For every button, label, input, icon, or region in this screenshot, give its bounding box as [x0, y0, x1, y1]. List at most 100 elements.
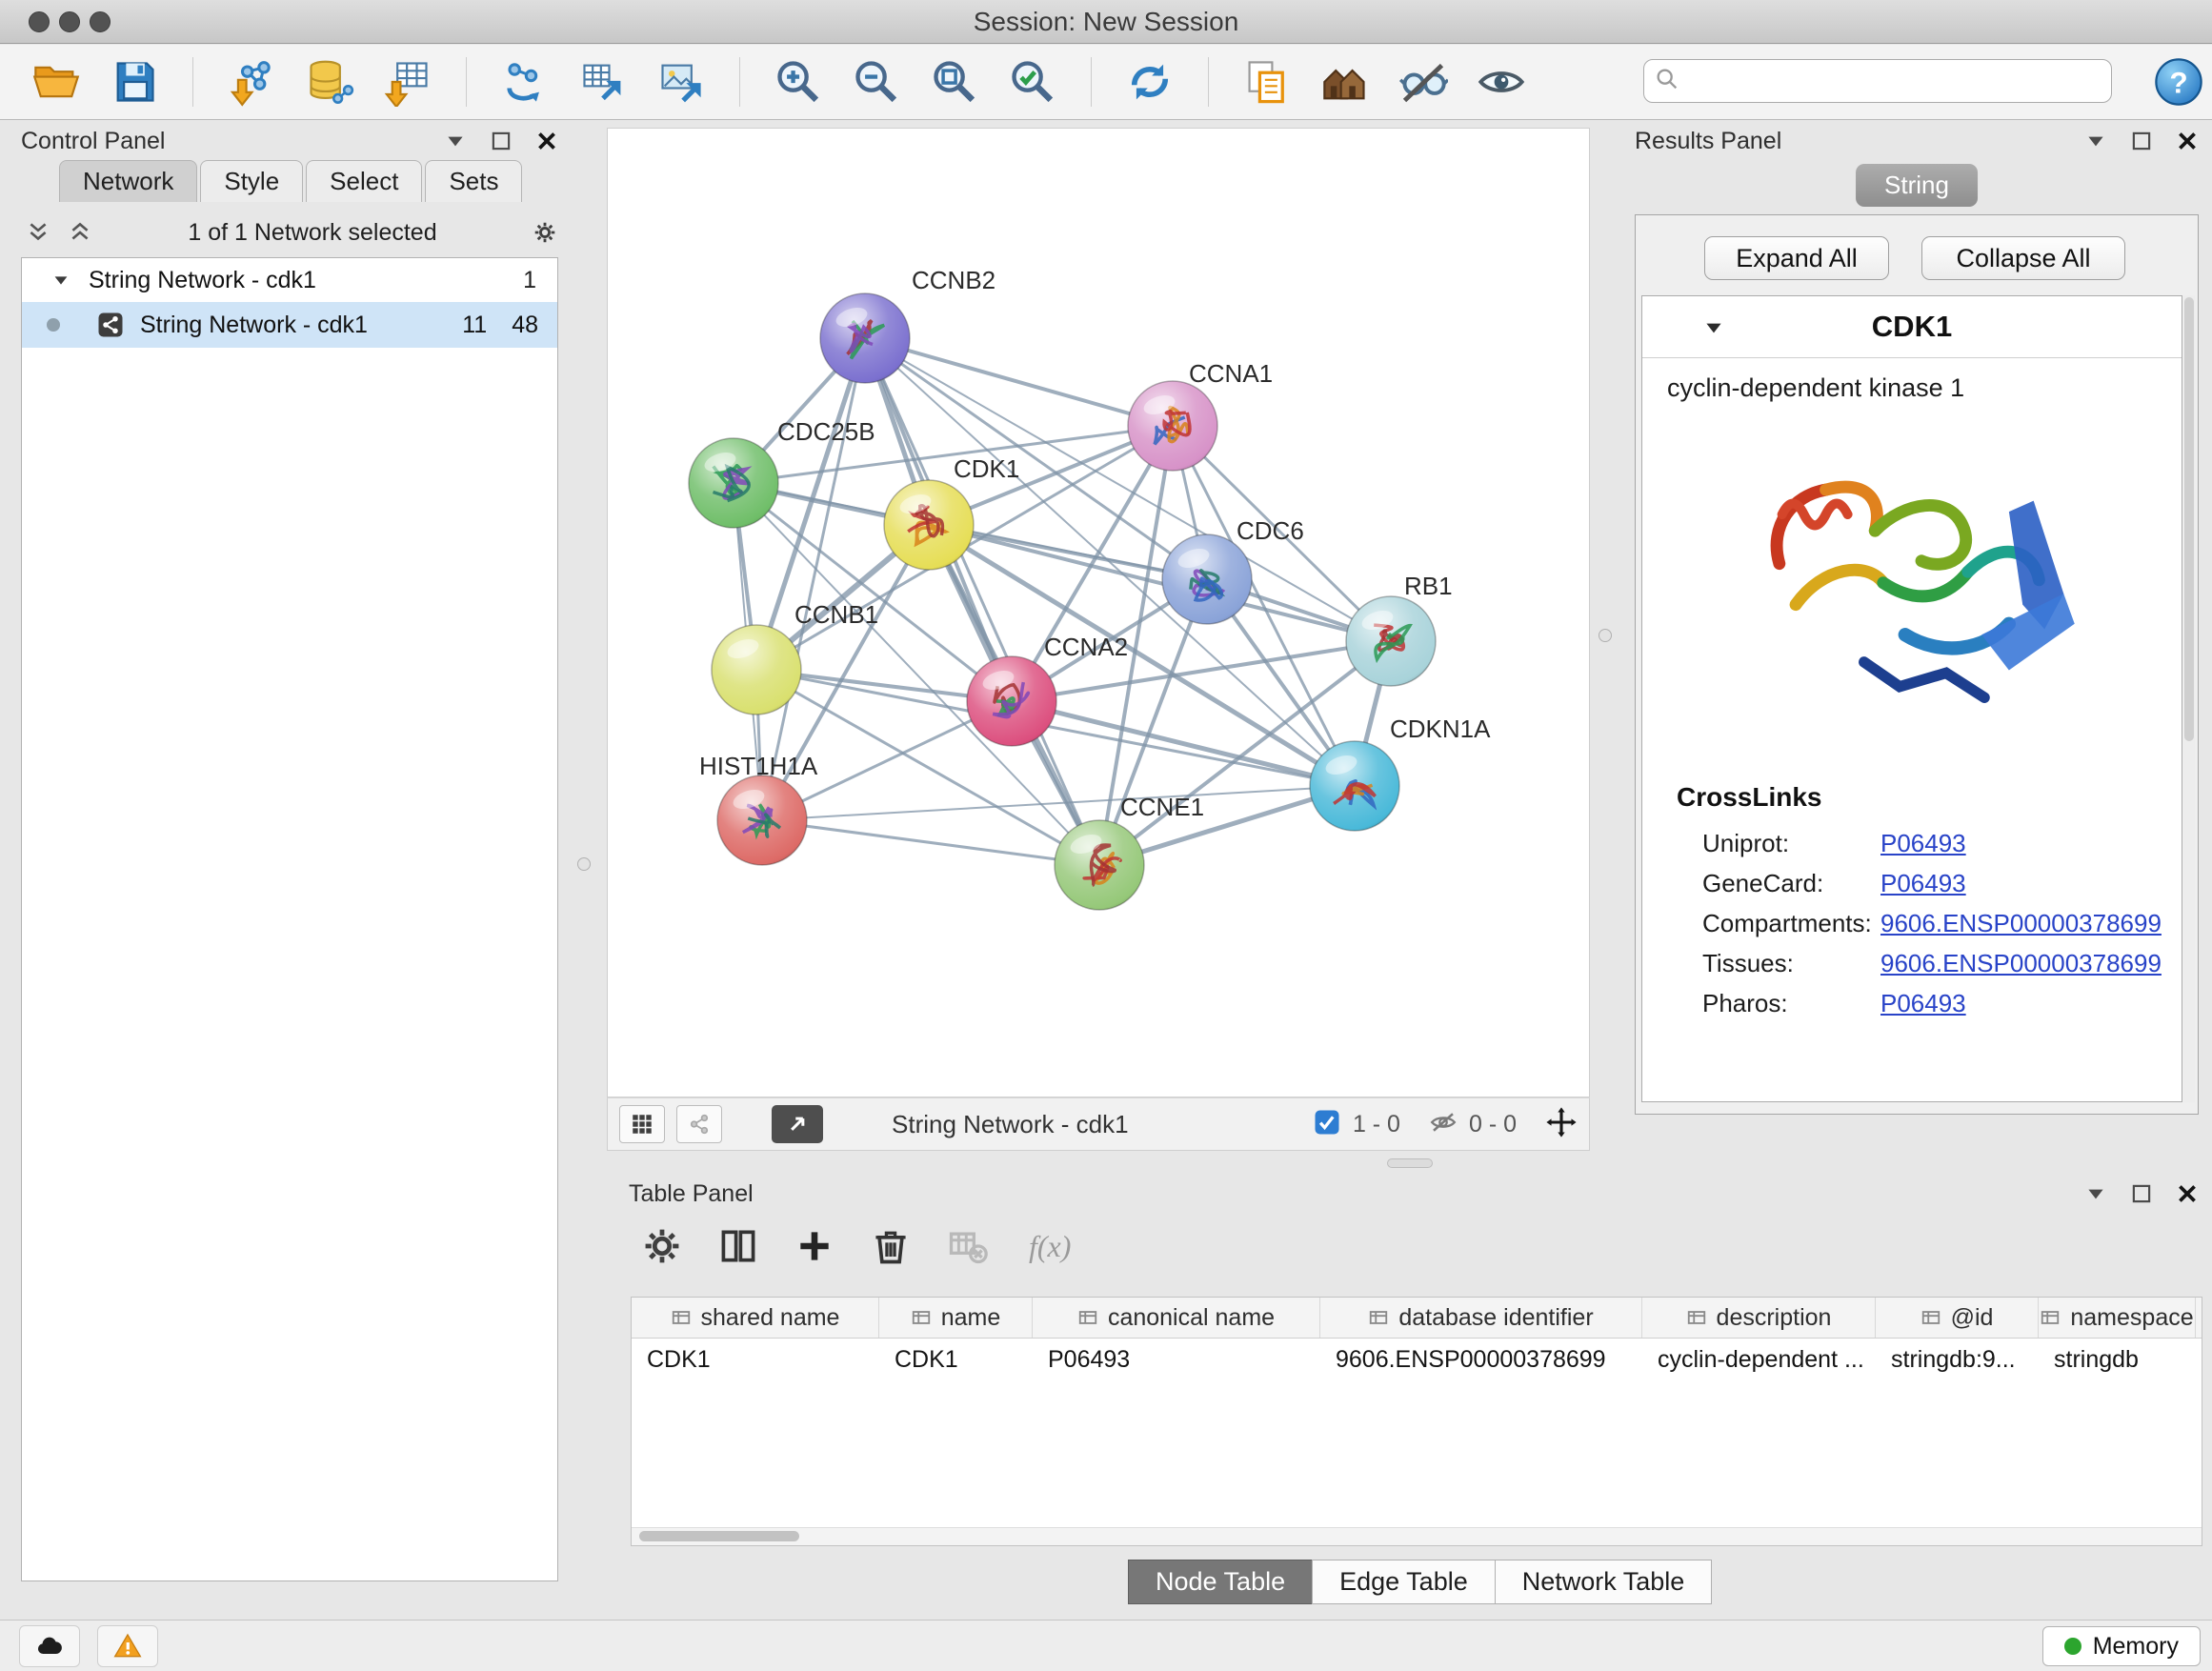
network-share-view-icon[interactable] — [676, 1105, 722, 1143]
node-CDC6[interactable]: CDC6 — [1162, 516, 1304, 624]
panel-close-icon[interactable] — [533, 128, 560, 154]
crosslink-link[interactable]: 9606.ENSP00000378699 — [1880, 949, 2162, 978]
glassball-toggle-icon[interactable] — [1396, 54, 1451, 110]
panel-close-icon[interactable] — [2174, 128, 2201, 154]
window-maximize-button[interactable] — [90, 11, 111, 32]
hidden-eye-slash-icon[interactable] — [1429, 1108, 1458, 1141]
tab-network-table[interactable]: Network Table — [1495, 1560, 1713, 1604]
tab-edge-table[interactable]: Edge Table — [1312, 1560, 1496, 1604]
section-collapse-icon[interactable] — [1701, 315, 1726, 340]
table-row[interactable]: CDK1CDK1P064939606.ENSP00000378699cyclin… — [632, 1339, 2202, 1380]
birds-eye-toggle-icon[interactable] — [772, 1105, 823, 1143]
delete-column-icon[interactable] — [863, 1218, 918, 1274]
add-column-icon[interactable] — [787, 1218, 842, 1274]
panel-collapse-icon[interactable] — [2082, 128, 2109, 154]
edge-CCNB2-HIST1H1A[interactable] — [762, 338, 865, 820]
panel-float-icon[interactable] — [2128, 1180, 2155, 1207]
expand-all-button[interactable]: Expand All — [1704, 236, 1889, 280]
window-close-button[interactable] — [29, 11, 50, 32]
network-row-selected[interactable]: String Network - cdk1 11 48 — [22, 302, 557, 348]
splitter-handle-right[interactable] — [1599, 629, 1612, 642]
tab-sets[interactable]: Sets — [425, 160, 522, 202]
results-scrollbar-thumb[interactable] — [2184, 297, 2194, 741]
selected-checkbox-icon[interactable] — [1313, 1108, 1341, 1141]
node-CCNE1[interactable]: CCNE1 — [1055, 793, 1204, 910]
tree-expand-icon[interactable] — [50, 270, 71, 291]
tab-select[interactable]: Select — [306, 160, 422, 202]
column-header-namespace[interactable]: namespace — [2039, 1298, 2196, 1338]
results-scrollbar[interactable] — [2183, 295, 2195, 1102]
select-columns-icon[interactable] — [711, 1218, 766, 1274]
window-minimize-button[interactable] — [59, 11, 80, 32]
string-home-icon[interactable] — [1317, 54, 1373, 110]
memory-button[interactable]: Memory — [2042, 1626, 2201, 1666]
zoom-selected-icon[interactable] — [1005, 54, 1060, 110]
node-HIST1H1A[interactable]: HIST1H1A — [699, 752, 818, 865]
panel-collapse-icon[interactable] — [2082, 1180, 2109, 1207]
network-canvas[interactable]: CCNB2CCNA1CDC25BCDK1CDC6RB1CCNB1CCNA2CDK… — [607, 128, 1590, 1097]
import-network-file-icon[interactable] — [224, 54, 279, 110]
apply-preferred-layout-icon[interactable] — [1122, 54, 1177, 110]
panel-close-icon[interactable] — [2174, 1180, 2201, 1207]
network-options-gear-icon[interactable] — [532, 219, 558, 246]
crosslink-link[interactable]: P06493 — [1880, 829, 1966, 858]
panel-collapse-icon[interactable] — [442, 128, 469, 154]
tab-node-table[interactable]: Node Table — [1128, 1560, 1313, 1604]
import-network-database-icon[interactable] — [302, 54, 357, 110]
import-table-file-icon[interactable] — [380, 54, 435, 110]
save-session-icon[interactable] — [107, 54, 162, 110]
search-input[interactable] — [1680, 61, 2101, 101]
tab-style[interactable]: Style — [200, 160, 303, 202]
grid-view-icon[interactable] — [619, 1105, 665, 1143]
structure-eye-icon[interactable] — [1474, 54, 1529, 110]
crosslink-link[interactable]: 9606.ENSP00000378699 — [1880, 909, 2162, 938]
splitter-handle-left[interactable] — [577, 857, 591, 871]
node-RB1[interactable]: RB1 — [1346, 572, 1453, 686]
table-horizontal-scrollbar[interactable] — [632, 1527, 2202, 1545]
panel-float-icon[interactable] — [2128, 128, 2155, 154]
tab-string[interactable]: String — [1856, 164, 1978, 207]
table-scrollbar-thumb[interactable] — [639, 1531, 799, 1541]
crosslink-link[interactable]: P06493 — [1880, 989, 1966, 1018]
zoom-out-icon[interactable] — [849, 54, 904, 110]
table-settings-gear-icon[interactable] — [634, 1218, 690, 1274]
table-cell[interactable]: cyclin-dependent ... — [1642, 1339, 1876, 1380]
warning-icon[interactable] — [97, 1625, 158, 1667]
table-cell[interactable]: CDK1 — [632, 1339, 879, 1380]
new-network-from-selection-icon[interactable] — [497, 54, 553, 110]
collapse-all-button[interactable]: Collapse All — [1921, 236, 2125, 280]
column-header-name[interactable]: name — [879, 1298, 1033, 1338]
table-cell[interactable]: P06493 — [1033, 1339, 1320, 1380]
edge-CDK1-RB1[interactable] — [929, 525, 1391, 641]
export-table-icon[interactable] — [575, 54, 631, 110]
table-cell[interactable]: 9606.ENSP00000378699 — [1320, 1339, 1642, 1380]
export-image-icon[interactable] — [654, 54, 709, 110]
open-session-icon[interactable] — [29, 54, 84, 110]
splitter-handle-bottom[interactable] — [1387, 1158, 1433, 1168]
panel-float-icon[interactable] — [488, 128, 514, 154]
node-CCNB2[interactable]: CCNB2 — [820, 266, 995, 383]
tab-network[interactable]: Network — [59, 160, 197, 202]
zoom-fit-icon[interactable] — [927, 54, 982, 110]
column-header-description[interactable]: description — [1642, 1298, 1876, 1338]
copy-document-icon[interactable] — [1239, 54, 1295, 110]
node-CDC25B[interactable]: CDC25B — [689, 417, 875, 528]
edge-CCNB2-CCNE1[interactable] — [865, 338, 1099, 865]
table-cell[interactable]: stringdb — [2039, 1339, 2196, 1380]
node-CDK1[interactable]: CDK1 — [884, 454, 1019, 570]
column-header-canonical-name[interactable]: canonical name — [1033, 1298, 1320, 1338]
node-CDKN1A[interactable]: CDKN1A — [1310, 715, 1491, 831]
column-header-shared-name[interactable]: shared name — [632, 1298, 879, 1338]
help-button[interactable]: ? — [2153, 56, 2204, 108]
collapse-all-networks-icon[interactable] — [25, 219, 51, 246]
crosslink-link[interactable]: P06493 — [1880, 869, 1966, 898]
cloud-status-icon[interactable] — [19, 1625, 80, 1667]
column-header-database-identifier[interactable]: database identifier — [1320, 1298, 1642, 1338]
search-box[interactable] — [1643, 59, 2112, 103]
pan-move-icon[interactable] — [1545, 1106, 1578, 1143]
edge-CCNB2-CCNA1[interactable] — [865, 338, 1173, 426]
zoom-in-icon[interactable] — [771, 54, 826, 110]
table-cell[interactable]: CDK1 — [879, 1339, 1033, 1380]
expand-all-networks-icon[interactable] — [67, 219, 93, 246]
column-header--id[interactable]: @id — [1876, 1298, 2039, 1338]
